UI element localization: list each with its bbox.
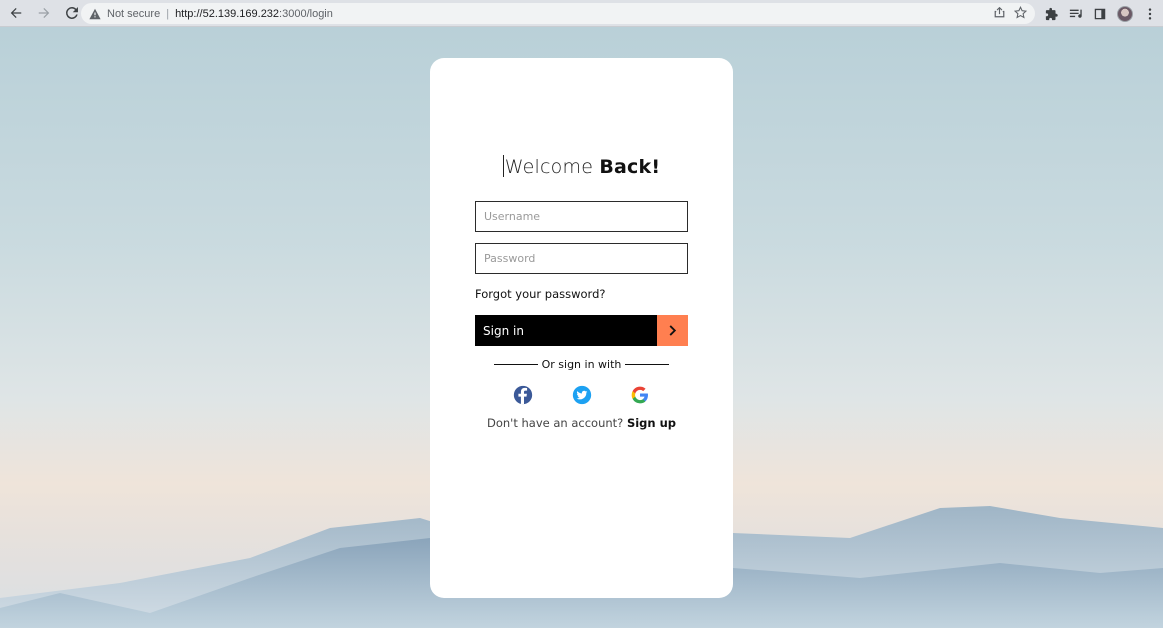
page-title: Welcome Back! xyxy=(430,155,733,178)
share-icon[interactable] xyxy=(993,6,1006,19)
social-divider: Or sign in with xyxy=(494,358,669,371)
chevron-right-icon xyxy=(669,325,677,336)
omnibox-actions xyxy=(993,6,1027,19)
facebook-login-button[interactable] xyxy=(513,385,533,405)
forward-button[interactable] xyxy=(32,1,56,25)
arrow-right-icon xyxy=(38,8,50,18)
toolbar-actions xyxy=(1045,3,1157,24)
url-separator: | xyxy=(166,7,170,20)
reading-list-icon[interactable] xyxy=(1069,7,1083,21)
username-input[interactable] xyxy=(475,201,688,232)
security-label: Not secure xyxy=(107,7,161,20)
sign-in-label: Sign in xyxy=(483,323,524,338)
facebook-icon xyxy=(513,385,533,405)
google-icon xyxy=(631,386,648,404)
divider-line-left xyxy=(494,364,538,365)
forgot-password-link[interactable]: Forgot your password? xyxy=(475,287,605,301)
url-host: http://52.139.169.232 xyxy=(175,7,280,20)
address-bar[interactable]: Not secure | http://52.139.169.232:3000/… xyxy=(81,3,1035,24)
sign-up-link[interactable]: Sign up xyxy=(627,416,676,430)
password-input[interactable] xyxy=(475,243,688,274)
url-path: :3000/login xyxy=(279,7,333,20)
social-login-row xyxy=(513,385,650,405)
text-caret xyxy=(502,155,504,177)
no-account-text: Don't have an account? xyxy=(486,416,624,430)
divider-line-right xyxy=(625,364,669,365)
google-login-button[interactable] xyxy=(630,385,650,405)
extensions-icon[interactable] xyxy=(1045,7,1059,21)
heading-bold-text: Back! xyxy=(599,156,661,178)
more-menu-icon[interactable] xyxy=(1143,7,1157,21)
star-icon[interactable] xyxy=(1014,6,1027,19)
browser-toolbar: Not secure | http://52.139.169.232:3000/… xyxy=(0,0,1163,27)
sign-in-button[interactable]: Sign in xyxy=(475,315,688,346)
arrow-left-icon xyxy=(10,8,22,18)
page-background: Welcome Back! Forgot your password? Sign… xyxy=(0,27,1163,628)
divider-label: Or sign in with xyxy=(541,358,622,371)
reload-icon xyxy=(66,7,78,19)
heading-light-text: Welcome xyxy=(504,156,600,178)
login-card: Welcome Back! Forgot your password? Sign… xyxy=(430,58,733,598)
profile-avatar[interactable] xyxy=(1117,5,1133,22)
back-button[interactable] xyxy=(4,1,28,25)
arrow-right-box xyxy=(657,315,688,346)
twitter-icon xyxy=(572,385,591,405)
side-panel-icon[interactable] xyxy=(1093,7,1107,21)
signup-prompt: Don't have an account? Sign up xyxy=(430,416,733,430)
twitter-login-button[interactable] xyxy=(572,385,592,405)
warning-icon xyxy=(89,8,101,19)
